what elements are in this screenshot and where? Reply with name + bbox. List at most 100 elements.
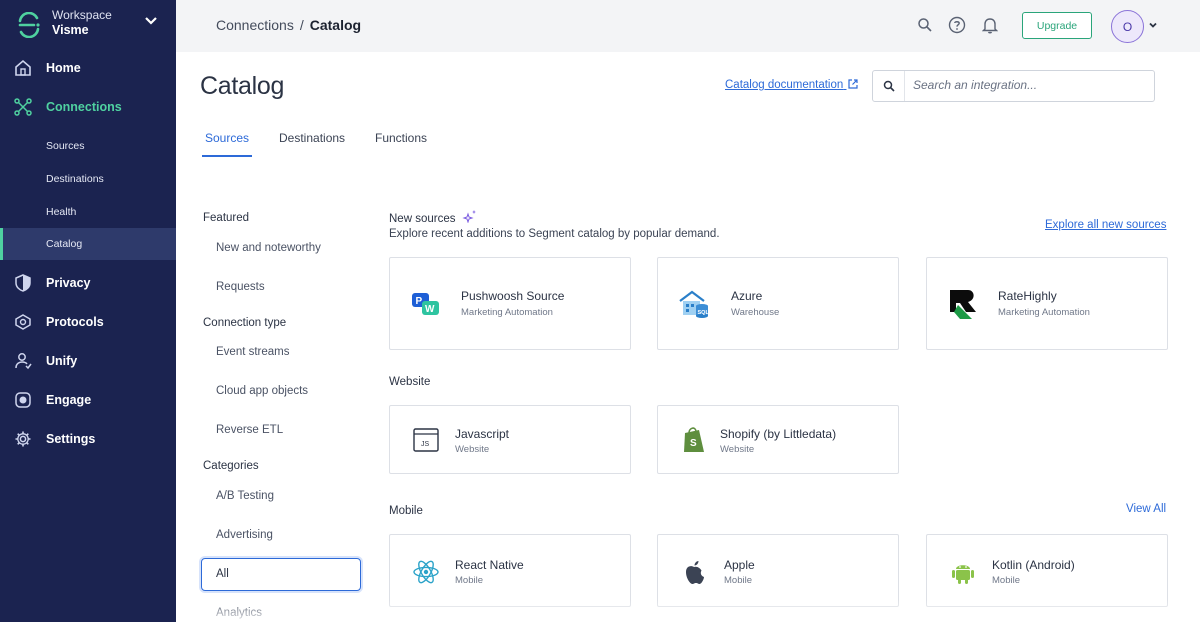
- integration-name: Azure: [731, 289, 763, 303]
- sidebar-item-protocols[interactable]: Protocols: [0, 306, 176, 338]
- sidebar-item-label: Engage: [46, 393, 92, 407]
- protocols-icon: [14, 313, 32, 331]
- integration-card-ratehighly[interactable]: RateHighly Marketing Automation: [926, 257, 1168, 350]
- filter-item-cloud-app-objects[interactable]: Cloud app objects: [216, 385, 308, 397]
- integration-card-azure[interactable]: SQL Azure Warehouse: [657, 257, 899, 350]
- sidebar-subitem-label: Sources: [46, 140, 85, 152]
- sidebar-subitem-label: Catalog: [46, 238, 83, 250]
- sidebar-item-home[interactable]: Home: [0, 52, 176, 84]
- section-title-text: New sources: [389, 213, 456, 225]
- svg-text:SQL: SQL: [698, 310, 710, 316]
- search-icon[interactable]: [915, 15, 935, 35]
- shopify-logo-icon: S: [678, 424, 710, 456]
- home-icon: [14, 59, 32, 77]
- sidebar-item-label: Settings: [46, 432, 96, 446]
- azure-sql-logo-icon: SQL: [678, 288, 710, 320]
- shield-icon: [14, 274, 32, 292]
- integration-category: Warehouse: [731, 307, 780, 318]
- page-title: Catalog: [200, 72, 285, 100]
- sidebar-item-label: Protocols: [46, 315, 104, 329]
- sidebar-item-privacy[interactable]: Privacy: [0, 267, 176, 299]
- filter-item-all[interactable]: All: [201, 558, 361, 591]
- catalog-documentation-label: Catalog documentation: [725, 79, 844, 91]
- sidebar: Workspace Visme Home Connections Sources…: [0, 0, 176, 622]
- catalog-documentation-link[interactable]: Catalog documentation: [725, 79, 859, 91]
- upgrade-button[interactable]: Upgrade: [1022, 12, 1092, 39]
- integration-name: Apple: [724, 558, 755, 572]
- filter-item-all-label: All: [216, 568, 229, 580]
- integration-card-pushwoosh[interactable]: PW Pushwoosh Source Marketing Automation: [389, 257, 631, 350]
- tab-destinations[interactable]: Destinations: [279, 131, 345, 145]
- gear-icon: [14, 430, 32, 448]
- integration-card-shopify[interactable]: S Shopify (by Littledata) Website: [657, 405, 899, 474]
- sidebar-item-settings[interactable]: Settings: [0, 423, 176, 455]
- tab-sources[interactable]: Sources: [205, 131, 249, 145]
- filter-item-reverse-etl[interactable]: Reverse ETL: [216, 424, 283, 436]
- search-input[interactable]: Search an integration...: [913, 78, 1037, 92]
- chevron-down-icon[interactable]: [1148, 20, 1158, 30]
- filter-item-advertising[interactable]: Advertising: [216, 529, 273, 541]
- pushwoosh-logo-icon: PW: [410, 288, 442, 320]
- integration-card-apple[interactable]: Apple Mobile: [657, 534, 899, 607]
- integration-category: Marketing Automation: [461, 307, 553, 318]
- sparkle-icon: [462, 210, 476, 224]
- filter-item-new-and-noteworthy[interactable]: New and noteworthy: [216, 242, 321, 254]
- sidebar-subitem-label: Destinations: [46, 173, 104, 185]
- breadcrumb-parent[interactable]: Connections: [216, 17, 294, 33]
- chevron-down-icon: [145, 17, 157, 25]
- breadcrumb-separator: /: [299, 17, 304, 33]
- sidebar-item-unify[interactable]: Unify: [0, 345, 176, 377]
- filter-item-requests[interactable]: Requests: [216, 281, 265, 293]
- ratehighly-logo-icon: [947, 288, 979, 320]
- tab-functions[interactable]: Functions: [375, 131, 427, 145]
- workspace-name: Visme: [52, 23, 89, 37]
- external-link-icon: [848, 79, 859, 89]
- search-icon: [873, 71, 905, 101]
- sidebar-subitem-sources[interactable]: Sources: [0, 130, 176, 162]
- filter-item-analytics[interactable]: Analytics: [216, 607, 262, 619]
- filter-heading-categories: Categories: [203, 460, 259, 472]
- filter-item-event-streams[interactable]: Event streams: [216, 346, 290, 358]
- avatar[interactable]: O: [1111, 10, 1144, 43]
- workspace-label: Workspace: [52, 8, 112, 22]
- integration-category: Mobile: [455, 575, 483, 586]
- filter-heading-connection-type: Connection type: [203, 317, 287, 329]
- sidebar-subitem-health[interactable]: Health: [0, 196, 176, 228]
- sidebar-item-connections[interactable]: Connections: [0, 91, 176, 123]
- workspace-info: Workspace Visme: [52, 8, 112, 38]
- explore-all-new-sources-link[interactable]: Explore all new sources: [1045, 219, 1166, 231]
- android-logo-icon: [947, 556, 979, 588]
- filter-item-ab-testing[interactable]: A/B Testing: [216, 490, 274, 502]
- view-all-mobile-link[interactable]: View All: [1126, 503, 1166, 515]
- integration-category: Website: [455, 444, 490, 455]
- section-subtitle-new-sources: Explore recent additions to Segment cata…: [389, 228, 720, 240]
- integration-category: Mobile: [724, 575, 752, 586]
- section-title-mobile: Mobile: [389, 505, 423, 517]
- react-logo-icon: [410, 556, 442, 588]
- connections-icon: [14, 98, 32, 116]
- sidebar-subitem-destinations[interactable]: Destinations: [0, 163, 176, 195]
- sidebar-subitem-catalog[interactable]: Catalog: [0, 228, 176, 260]
- integration-card-react-native[interactable]: React Native Mobile: [389, 534, 631, 607]
- search-integration-field[interactable]: Search an integration...: [872, 70, 1155, 102]
- sidebar-item-label: Connections: [46, 100, 122, 114]
- breadcrumb-current: Catalog: [309, 17, 362, 33]
- integration-name: Kotlin (Android): [992, 558, 1075, 572]
- sidebar-subitem-label: Health: [46, 206, 77, 218]
- breadcrumb: Connections / Catalog: [216, 17, 361, 33]
- integration-category: Marketing Automation: [998, 307, 1090, 318]
- bell-icon[interactable]: [980, 15, 1000, 35]
- integration-card-kotlin-android[interactable]: Kotlin (Android) Mobile: [926, 534, 1168, 607]
- integration-name: Pushwoosh Source: [461, 289, 565, 303]
- svg-text:P: P: [416, 296, 423, 307]
- sidebar-item-label: Privacy: [46, 276, 91, 290]
- workspace-switcher[interactable]: Workspace Visme: [16, 8, 166, 42]
- integration-name: Shopify (by Littledata): [720, 427, 837, 441]
- integration-name: React Native: [455, 558, 524, 572]
- javascript-logo-icon: JS: [410, 424, 442, 456]
- sidebar-item-label: Unify: [46, 354, 78, 368]
- sidebar-item-engage[interactable]: Engage: [0, 384, 176, 416]
- filter-heading-featured: Featured: [203, 212, 250, 224]
- integration-card-javascript[interactable]: JS Javascript Website: [389, 405, 631, 474]
- help-icon[interactable]: [947, 15, 967, 35]
